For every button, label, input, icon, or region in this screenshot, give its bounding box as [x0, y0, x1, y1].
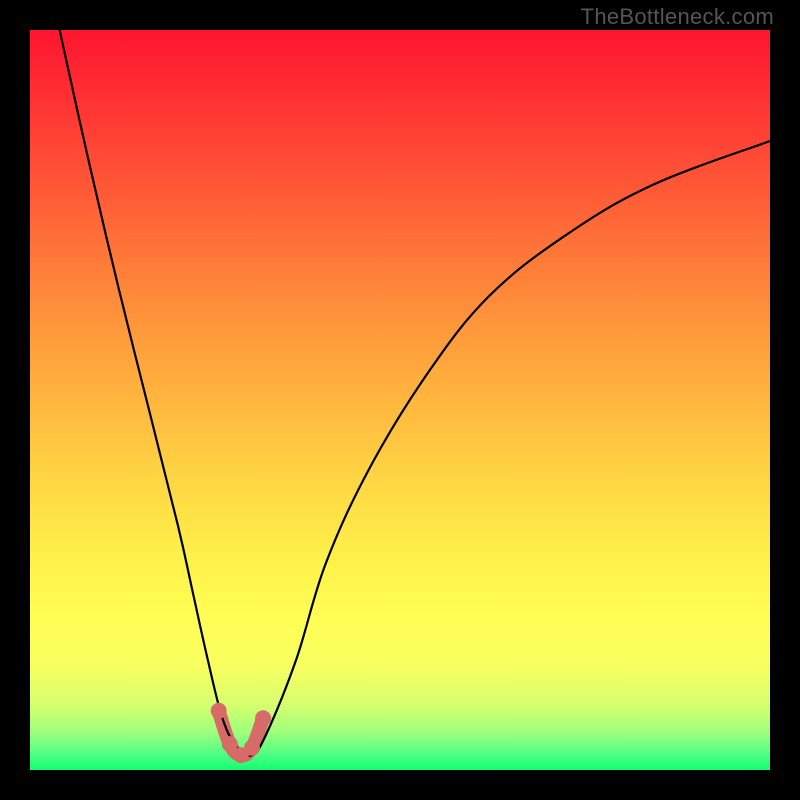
bottleneck-curve-path	[60, 30, 770, 756]
attribution-text: TheBottleneck.com	[581, 4, 774, 30]
optimal-point-dot	[255, 710, 271, 726]
chart-plot-area	[30, 30, 770, 770]
bottleneck-curve-svg	[30, 30, 770, 770]
optimal-point-dot	[211, 703, 227, 719]
optimal-point-dot	[244, 740, 260, 756]
chart-frame: TheBottleneck.com	[0, 0, 800, 800]
